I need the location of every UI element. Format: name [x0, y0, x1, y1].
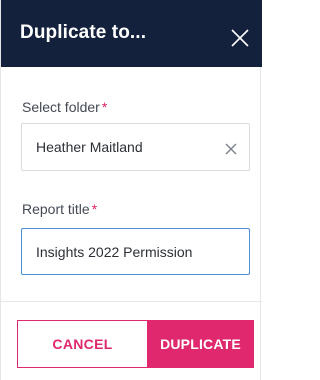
clear-selection-icon[interactable] — [225, 142, 237, 155]
duplicate-button[interactable]: DUPLICATE — [147, 320, 254, 368]
select-folder-label: Select folder * — [22, 99, 107, 115]
required-mark: * — [91, 201, 98, 217]
folder-select[interactable]: Heather Maitland — [21, 123, 250, 171]
duplicate-dialog: Duplicate to... Select folder * Heather M… — [0, 0, 262, 380]
report-title-label: Report title * — [22, 201, 97, 217]
close-icon[interactable] — [231, 29, 249, 47]
select-folder-label-text: Select folder — [22, 99, 100, 115]
cancel-button[interactable]: CANCEL — [17, 320, 148, 368]
required-mark: * — [101, 99, 108, 115]
dialog-title: Duplicate to... — [20, 22, 147, 43]
footer-divider — [1, 301, 262, 302]
report-title-input[interactable] — [21, 228, 250, 275]
folder-select-value: Heather Maitland — [36, 139, 143, 155]
dialog-header: Duplicate to... — [1, 0, 262, 67]
report-title-label-text: Report title — [22, 201, 90, 217]
